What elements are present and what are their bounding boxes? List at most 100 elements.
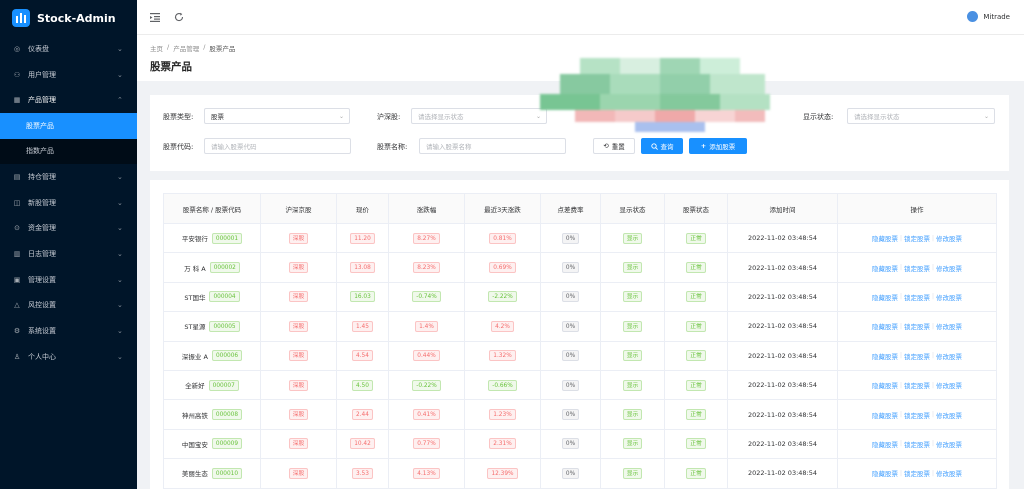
admin-settings-icon: ▣ bbox=[13, 275, 21, 284]
search-button[interactable]: 查询 bbox=[641, 138, 683, 154]
logo[interactable]: Stock-Admin bbox=[0, 0, 137, 36]
sidebar-item-3[interactable]: ▤ 持仓管理 ⌄ bbox=[0, 164, 137, 190]
change3-cell: -2.22% bbox=[464, 281, 541, 313]
change3-cell: 2.31% bbox=[464, 428, 541, 460]
lock-stock-link[interactable]: 锁定股票 bbox=[904, 468, 930, 478]
user-menu[interactable]: Mitrade bbox=[967, 11, 1010, 22]
lock-stock-link[interactable]: 锁定股票 bbox=[904, 292, 930, 302]
reset-button[interactable]: ⟲ 重置 bbox=[593, 138, 635, 154]
spread-cell: 0% bbox=[540, 311, 601, 342]
sidebar-item-7[interactable]: ▣ 管理设置 ⌄ bbox=[0, 267, 137, 293]
sidebar-item-8[interactable]: △ 风控设置 ⌄ bbox=[0, 293, 137, 319]
log-icon: ▥ bbox=[13, 249, 21, 258]
stock-name: 美丽生态 bbox=[181, 470, 208, 479]
name-code-cell: ST星源 000005 bbox=[163, 311, 261, 342]
spread-cell: 0% bbox=[540, 340, 601, 371]
edit-stock-link[interactable]: 修改股票 bbox=[936, 263, 962, 273]
price-tag: 13.08 bbox=[350, 262, 375, 274]
divider: | bbox=[899, 322, 902, 330]
hide-stock-link[interactable]: 隐藏股票 bbox=[872, 351, 898, 361]
hide-stock-link[interactable]: 隐藏股票 bbox=[872, 292, 898, 302]
hide-stock-link[interactable]: 隐藏股票 bbox=[872, 410, 898, 420]
sidebar-item-label: 管理设置 bbox=[28, 275, 56, 284]
lock-stock-link[interactable]: 锁定股票 bbox=[904, 233, 930, 243]
lock-stock-link[interactable]: 锁定股票 bbox=[904, 351, 930, 361]
breadcrumb-item[interactable]: 主页 bbox=[150, 43, 163, 53]
reset-label: 重置 bbox=[611, 143, 625, 151]
hide-stock-link[interactable]: 隐藏股票 bbox=[872, 233, 898, 243]
stock-type-select[interactable]: 股票 ⌄ bbox=[204, 108, 350, 124]
sidebar-item-label: 风控设置 bbox=[28, 301, 56, 310]
market-select[interactable]: 请选择显示状态 ⌄ bbox=[411, 108, 547, 124]
divider: | bbox=[932, 381, 935, 389]
refresh-icon[interactable] bbox=[173, 11, 185, 23]
display-status-select[interactable]: 请选择显示状态 ⌄ bbox=[847, 108, 995, 124]
market-cell: 深股 bbox=[260, 458, 337, 489]
lock-stock-link[interactable]: 锁定股票 bbox=[904, 263, 930, 273]
edit-stock-link[interactable]: 修改股票 bbox=[936, 292, 962, 302]
change3-tag: 2.31% bbox=[489, 438, 516, 450]
sidebar-item-9[interactable]: ⚙ 系统设置 ⌄ bbox=[0, 318, 137, 344]
table-row: 深振业 A 000006 深股 4.54 0.44% 1.32% 0% 显示 正常 2022-11… bbox=[163, 340, 997, 371]
lock-stock-link[interactable]: 锁定股票 bbox=[904, 321, 930, 331]
edit-stock-link[interactable]: 修改股票 bbox=[936, 351, 962, 361]
stock-name: ST星源 bbox=[184, 323, 206, 332]
submenu-item-1[interactable]: 指数产品 bbox=[0, 139, 137, 165]
price-tag: 1.45 bbox=[352, 320, 373, 332]
stock-code-tag: 000004 bbox=[209, 291, 240, 303]
table-row: 全新好 000007 深股 4.50 -0.22% -0.66% 0% 显示 正常 2022-11… bbox=[163, 369, 997, 401]
edit-stock-link[interactable]: 修改股票 bbox=[936, 468, 962, 478]
stock-name: 神州高铁 bbox=[181, 411, 208, 420]
sidebar-item-2[interactable]: ▦ 产品管理 ⌃ bbox=[0, 87, 137, 113]
change3-cell: 1.23% bbox=[464, 399, 541, 430]
name-code-cell: 平安银行 000001 bbox=[163, 222, 261, 254]
dashboard-icon: ◎ bbox=[13, 44, 21, 53]
spread-tag: 0% bbox=[561, 438, 580, 450]
lock-stock-link[interactable]: 锁定股票 bbox=[904, 380, 930, 390]
sidebar-item-0[interactable]: ◎ 仪表盘 ⌄ bbox=[0, 36, 137, 62]
logo-icon bbox=[12, 9, 30, 27]
edit-stock-link[interactable]: 修改股票 bbox=[936, 321, 962, 331]
submenu-item-0[interactable]: 股票产品 bbox=[0, 113, 137, 139]
hide-stock-link[interactable]: 隐藏股票 bbox=[872, 380, 898, 390]
add-stock-button[interactable]: + 添加股票 bbox=[689, 138, 747, 154]
market-cell: 深股 bbox=[260, 252, 337, 283]
sidebar-item-label: 资金管理 bbox=[28, 224, 56, 233]
avatar bbox=[967, 11, 979, 22]
stock-type-value: 股票 bbox=[211, 113, 224, 121]
name-input[interactable]: 请输入股票名称 bbox=[419, 138, 566, 154]
price-tag: 3.53 bbox=[352, 467, 373, 479]
price-tag: 4.54 bbox=[352, 350, 373, 362]
sidebar-item-5[interactable]: ⊙ 资金管理 ⌄ bbox=[0, 215, 137, 241]
sidebar-menu: ◎ 仪表盘 ⌄ ⚇ 用户管理 ⌄ ▦ 产品管理 ⌃ 股票产品 指数产品 ▤ 持仓管理 ⌄ ◫ 新股管理 ⌄ ⊙ 资金… bbox=[0, 36, 137, 370]
display-tag: 显示 bbox=[622, 320, 643, 332]
code-input[interactable]: 请输入股票代码 bbox=[204, 138, 351, 154]
divider: | bbox=[899, 352, 902, 360]
sidebar-item-6[interactable]: ▥ 日志管理 ⌄ bbox=[0, 241, 137, 267]
breadcrumb-separator: / bbox=[203, 43, 206, 51]
edit-stock-link[interactable]: 修改股票 bbox=[936, 439, 962, 449]
market-tag: 深股 bbox=[288, 379, 309, 391]
edit-stock-link[interactable]: 修改股票 bbox=[936, 410, 962, 420]
sidebar-item-10[interactable]: ♙ 个人中心 ⌄ bbox=[0, 344, 137, 370]
breadcrumb-item[interactable]: 产品管理 bbox=[173, 43, 199, 53]
edit-stock-link[interactable]: 修改股票 bbox=[936, 233, 962, 243]
name-label: 股票名称: bbox=[377, 143, 408, 151]
collapse-menu-icon[interactable] bbox=[149, 11, 161, 23]
hide-stock-link[interactable]: 隐藏股票 bbox=[872, 321, 898, 331]
table-row: 万 科 A 000002 深股 13.08 8.23% 0.69% 0% 显示 正常 2022-1… bbox=[163, 252, 997, 283]
sidebar-item-1[interactable]: ⚇ 用户管理 ⌄ bbox=[0, 62, 137, 88]
hide-stock-link[interactable]: 隐藏股票 bbox=[872, 263, 898, 273]
hide-stock-link[interactable]: 隐藏股票 bbox=[872, 439, 898, 449]
edit-stock-link[interactable]: 修改股票 bbox=[936, 380, 962, 390]
price-cell: 2.44 bbox=[336, 399, 389, 430]
sidebar-item-4[interactable]: ◫ 新股管理 ⌄ bbox=[0, 190, 137, 216]
lock-stock-link[interactable]: 锁定股票 bbox=[904, 410, 930, 420]
change3-tag: 1.23% bbox=[489, 409, 516, 421]
sidebar: Stock-Admin ◎ 仪表盘 ⌄ ⚇ 用户管理 ⌄ ▦ 产品管理 ⌃ 股票产品 指数产品 ▤ 持仓… bbox=[0, 0, 137, 489]
hide-stock-link[interactable]: 隐藏股票 bbox=[872, 468, 898, 478]
actions-cell: 隐藏股票 | 锁定股票 | 修改股票 bbox=[837, 399, 997, 430]
lock-stock-link[interactable]: 锁定股票 bbox=[904, 439, 930, 449]
change-cell: 8.27% bbox=[388, 222, 465, 254]
divider: | bbox=[899, 293, 902, 301]
